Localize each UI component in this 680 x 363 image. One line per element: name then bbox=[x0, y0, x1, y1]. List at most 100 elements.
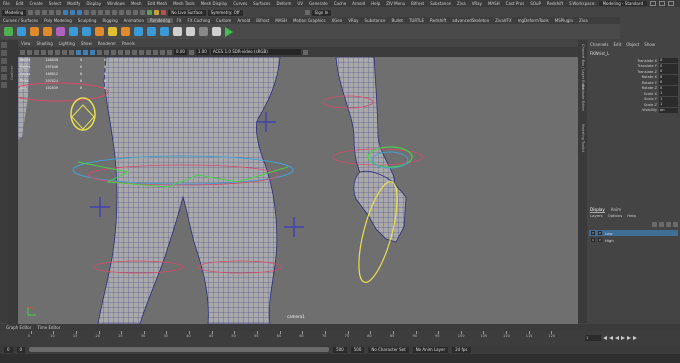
attribute-value[interactable]: 0 bbox=[659, 74, 678, 80]
arnold-render-view-icon[interactable] bbox=[154, 10, 160, 15]
exposure-field[interactable]: 0.00 bbox=[174, 49, 187, 55]
menu-item[interactable]: ZIV Menu bbox=[383, 1, 408, 6]
shelf-tab[interactable]: XGen bbox=[328, 18, 345, 23]
redo-icon[interactable] bbox=[56, 10, 62, 15]
shelf-tab[interactable]: advancedSkeleton bbox=[449, 18, 492, 23]
render-view-icon[interactable] bbox=[17, 27, 26, 36]
hypershade-shelf-icon[interactable] bbox=[69, 27, 78, 36]
menu-item[interactable]: Mesh Tools bbox=[170, 1, 198, 6]
xray-icon[interactable] bbox=[153, 49, 158, 55]
shelf-tab[interactable]: Redshift bbox=[427, 18, 449, 23]
wireframe-icon[interactable] bbox=[76, 49, 81, 55]
go-to-start-icon[interactable] bbox=[603, 336, 607, 340]
selected-object-name[interactable]: FKWrist_L bbox=[587, 49, 680, 58]
viewport-menu-item[interactable]: View bbox=[18, 41, 34, 46]
sign-in-button[interactable]: Sign In bbox=[311, 9, 332, 16]
outliner-side-tab[interactable]: Outliner bbox=[8, 40, 18, 324]
attribute-value[interactable]: on bbox=[659, 107, 678, 113]
close-icon[interactable] bbox=[668, 1, 674, 6]
shelf-tab[interactable]: Sculpting bbox=[75, 18, 100, 23]
layer-playback-toggle[interactable]: P bbox=[598, 231, 602, 235]
open-scene-icon[interactable] bbox=[35, 10, 41, 15]
depth-of-field-icon[interactable] bbox=[139, 49, 144, 55]
move-layer-down-icon[interactable] bbox=[659, 222, 664, 227]
ambient-light-icon[interactable] bbox=[134, 27, 143, 36]
shelf-tab[interactable]: MSPlugin bbox=[552, 18, 576, 23]
attribute-value[interactable]: 0 bbox=[659, 58, 678, 64]
attribute-value[interactable]: 0 bbox=[659, 80, 678, 86]
play-forward-icon[interactable] bbox=[621, 336, 625, 340]
batch-render-icon[interactable] bbox=[199, 27, 208, 36]
camera-icon[interactable] bbox=[160, 27, 169, 36]
playblast-icon[interactable] bbox=[212, 27, 221, 36]
maximize-icon[interactable] bbox=[659, 1, 665, 6]
menu-item[interactable]: Ziva bbox=[454, 1, 469, 6]
playback-start-field[interactable]: 0 bbox=[16, 346, 26, 353]
bottom-tab[interactable]: Graph Editor bbox=[6, 325, 31, 330]
shelf-tab[interactable]: Substance bbox=[362, 18, 389, 23]
select-hierarchy-icon[interactable] bbox=[63, 10, 69, 15]
grid-icon[interactable] bbox=[48, 49, 53, 55]
lasso-tool-icon[interactable] bbox=[1, 50, 7, 56]
light-editor-icon[interactable] bbox=[82, 27, 91, 36]
menu-item[interactable]: Cast Pros bbox=[503, 1, 528, 6]
go-to-end-icon[interactable] bbox=[633, 336, 637, 340]
menu-item[interactable]: Surfaces bbox=[250, 1, 273, 6]
channel-box-menu-item[interactable]: Show bbox=[644, 42, 655, 47]
step-back-icon[interactable] bbox=[609, 336, 613, 340]
viewport-menu-item[interactable]: Panels bbox=[119, 41, 138, 46]
ambient-occlusion-icon[interactable] bbox=[118, 49, 123, 55]
spot-light-icon[interactable] bbox=[108, 27, 117, 36]
menu-item[interactable]: Redshift bbox=[544, 1, 566, 6]
snap-surface-icon[interactable] bbox=[112, 10, 118, 15]
input-line-icon[interactable] bbox=[304, 10, 310, 15]
shelf-tab[interactable]: FX Caching bbox=[185, 18, 213, 23]
attribute-row[interactable]: Visibility on bbox=[587, 107, 680, 114]
menu-item[interactable]: Display bbox=[83, 1, 104, 6]
side-tab[interactable]: Attribute Editor bbox=[581, 84, 585, 111]
menu-set-dropdown[interactable]: Modeling bbox=[2, 9, 27, 16]
layer-visibility-toggle[interactable]: V bbox=[591, 231, 595, 235]
menu-item[interactable]: Modify bbox=[64, 1, 83, 6]
render-settings-icon[interactable] bbox=[140, 10, 146, 15]
render-frame-icon[interactable] bbox=[126, 10, 132, 15]
attribute-value[interactable]: 1 bbox=[659, 91, 678, 97]
undo-icon[interactable] bbox=[49, 10, 55, 15]
snap-view-icon[interactable] bbox=[105, 10, 111, 15]
viewport-menu-item[interactable]: Shading bbox=[34, 41, 56, 46]
play-backward-icon[interactable] bbox=[615, 336, 619, 340]
live-surface-dropdown[interactable]: No Live Surface bbox=[168, 9, 206, 16]
ipr-render-icon[interactable] bbox=[133, 10, 139, 15]
shelf-tab[interactable]: FX bbox=[173, 18, 184, 23]
save-scene-icon[interactable] bbox=[42, 10, 48, 15]
shelf-tab[interactable]: Animation bbox=[121, 18, 147, 23]
viewport-3d[interactable] bbox=[18, 57, 578, 324]
paint-select-icon[interactable] bbox=[1, 58, 7, 64]
menu-item[interactable]: SOuP bbox=[527, 1, 544, 6]
menu-item[interactable]: Select bbox=[46, 1, 64, 6]
viewport-menu-item[interactable]: Show bbox=[78, 41, 95, 46]
texture-icon[interactable] bbox=[186, 27, 195, 36]
step-forward-icon[interactable] bbox=[627, 336, 631, 340]
shelf-tab[interactable]: Custom bbox=[213, 18, 234, 23]
menu-item[interactable]: Cache bbox=[331, 1, 349, 6]
use-lights-icon[interactable] bbox=[104, 49, 109, 55]
history-icon[interactable] bbox=[119, 10, 125, 15]
workspace-dropdown[interactable]: Modeling - Standard bbox=[598, 1, 647, 6]
ipr-icon[interactable] bbox=[43, 27, 52, 36]
channel-box-menu-item[interactable]: Channels bbox=[590, 42, 609, 47]
camera-select-icon[interactable] bbox=[20, 49, 25, 55]
rotate-tool-icon[interactable] bbox=[1, 74, 7, 80]
shadows-icon[interactable] bbox=[111, 49, 116, 55]
new-layer-icon[interactable] bbox=[666, 222, 671, 227]
bookmark-icon[interactable] bbox=[34, 49, 39, 55]
menu-item[interactable]: Help bbox=[368, 1, 383, 6]
shelf-tab[interactable]: TURTLE bbox=[406, 18, 427, 23]
menu-item[interactable]: File bbox=[0, 1, 13, 6]
camera-attributes-icon[interactable] bbox=[27, 49, 32, 55]
snap-grid-icon[interactable] bbox=[84, 10, 90, 15]
gamma-icon[interactable] bbox=[188, 49, 194, 55]
command-line[interactable] bbox=[0, 354, 680, 363]
character-set-dropdown[interactable]: No Character Set bbox=[368, 346, 409, 353]
film-gate-icon[interactable] bbox=[55, 49, 60, 55]
